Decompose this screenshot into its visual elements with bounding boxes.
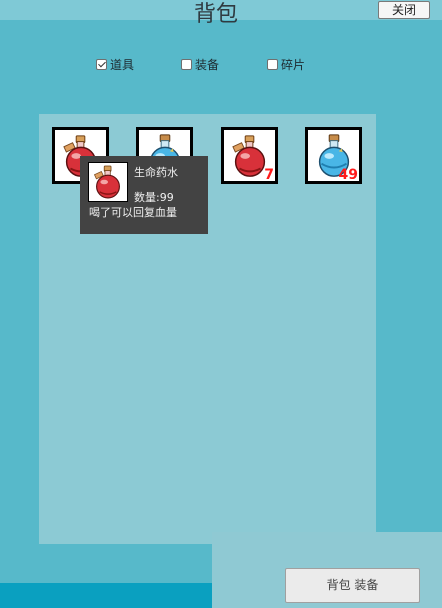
filter-fragments[interactable]: 碎片 <box>267 56 305 72</box>
bag-window: 背包 关闭 道具 装备 碎片 7 49 生命药水 数量:99 喝了可以回复血量 <box>0 0 442 583</box>
fragments-checkbox[interactable] <box>267 58 278 70</box>
close-button[interactable]: 关闭 <box>378 1 430 19</box>
tooltip-description: 喝了可以回复血量 <box>89 206 177 219</box>
filter-equipment[interactable]: 装备 <box>181 56 219 72</box>
bag-equipment-button[interactable]: 背包 装备 <box>285 568 420 603</box>
item-tooltip: 生命药水 数量:99 喝了可以回复血量 <box>80 156 208 234</box>
filter-label: 道具 <box>110 57 135 72</box>
item-count: 7 <box>264 167 274 183</box>
item-slot[interactable]: 7 <box>221 127 278 184</box>
item-slot[interactable]: 49 <box>305 127 362 184</box>
tooltip-icon <box>88 162 128 202</box>
filter-label: 碎片 <box>281 57 306 72</box>
tooltip-quantity: 数量:99 <box>134 191 174 204</box>
item-count: 49 <box>338 167 358 183</box>
filter-props[interactable]: 道具 <box>96 56 134 72</box>
props-checkbox[interactable] <box>96 58 107 70</box>
red-potion-icon <box>89 163 127 201</box>
equipment-checkbox[interactable] <box>181 58 192 70</box>
window-title: 背包 <box>193 2 238 27</box>
filter-label: 装备 <box>195 57 220 72</box>
tooltip-item-name: 生命药水 <box>134 166 178 179</box>
